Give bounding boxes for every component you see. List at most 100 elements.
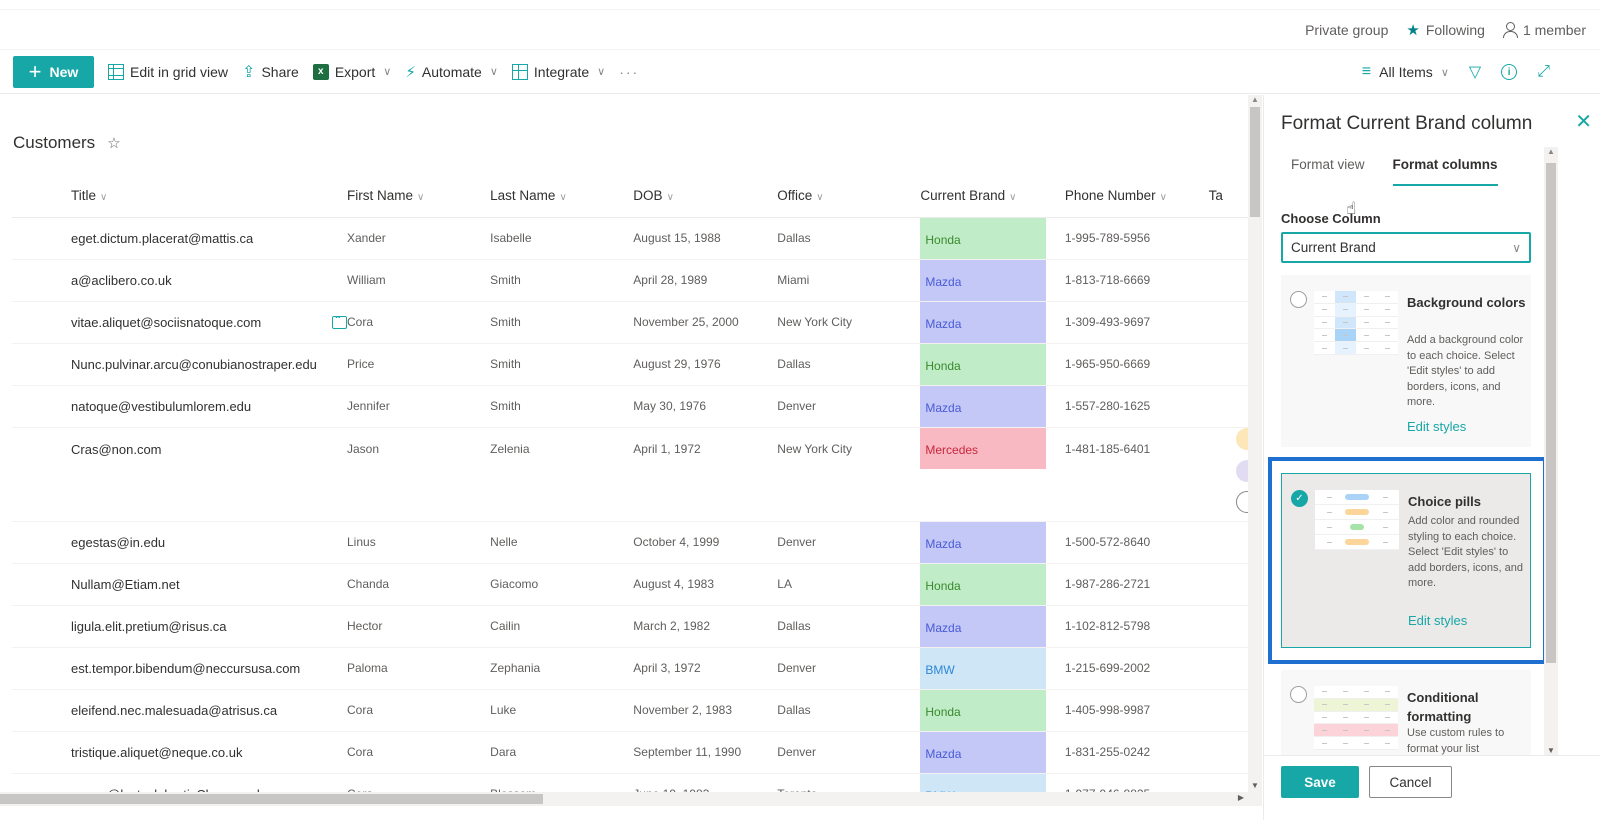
tab-format-columns[interactable]: Format columns [1392,157,1498,186]
title-link[interactable]: est.tempor.bibendum@neccursusa.com [71,661,300,676]
title-link[interactable]: egestas@in.edu [71,535,165,550]
brand-value: Mazda [920,301,1047,343]
title-link[interactable]: eget.dictum.placerat@mattis.ca [71,231,253,246]
cell-title[interactable]: augue@luctuslobortisClass.co.uk [12,773,347,792]
cell-title[interactable]: est.tempor.bibendum@neccursusa.com [12,647,347,690]
column-header-office[interactable]: Office ∨ [777,175,921,218]
save-button[interactable]: Save [1281,766,1359,798]
view-selector[interactable]: ≡ All Items ∨ [1362,63,1449,81]
scroll-down-icon[interactable]: ▼ [1251,781,1259,790]
list-vertical-scrollbar[interactable]: ▲ ▼ [1248,95,1262,792]
cell-last-name: Dara [490,731,634,774]
table-row[interactable]: eleifend.nec.malesuada@atrisus.ca Cora Luk… [12,689,1248,732]
panel-scrollbar[interactable]: ▲ ▼ [1544,147,1558,755]
radio-conditional-formatting[interactable] [1290,686,1307,703]
table-row[interactable]: Nullam@Etiam.net Chanda Giacomo August 4, 1… [12,563,1248,606]
scroll-up-icon[interactable]: ▲ [1251,95,1259,104]
close-icon[interactable]: ✕ [1575,109,1592,134]
brand-value: Mazda [920,521,1047,563]
comment-icon[interactable] [332,312,347,329]
table-row[interactable]: Nunc.pulvinar.arcu@conubianostraper.edu P… [12,343,1248,386]
share-button[interactable]: ⇪ Share [242,62,299,82]
cell-title[interactable]: egestas@in.edu [12,521,347,564]
excel-icon: x [312,63,329,80]
scroll-up-icon[interactable]: ▲ [1547,147,1555,156]
scroll-thumb[interactable] [1250,107,1260,217]
column-header-dob[interactable]: DOB ∨ [633,175,778,218]
cell-first-name: Cora [347,773,491,792]
top-strip [0,0,1600,10]
cell-title[interactable]: Cras@non.com [12,427,347,522]
cell-last-name: Nelle [490,521,634,564]
automate-icon: ⚡ [405,63,416,81]
cell-dob: April 3, 1972 [633,647,778,690]
expand-icon[interactable]: ⤢ [1537,63,1550,81]
cell-title[interactable]: eleifend.nec.malesuada@atrisus.ca [12,689,347,732]
table-row[interactable]: augue@luctuslobortisClass.co.ukCoraBloss… [12,773,1248,792]
scroll-down-icon[interactable]: ▼ [1547,746,1555,755]
scroll-thumb[interactable] [1546,163,1556,663]
more-actions-button[interactable]: ··· [619,64,639,80]
info-icon[interactable]: i [1501,64,1518,80]
table-row[interactable]: natoque@vestibulumlorem.edu Jennifer Smith… [12,385,1248,428]
export-button[interactable]: x Export ∨ [312,63,391,80]
scroll-thumb[interactable] [0,794,543,804]
column-header-phone-number[interactable]: Phone Number ∨ [1064,175,1209,218]
cell-title[interactable]: a@aclibero.co.uk [12,259,347,302]
title-link[interactable]: natoque@vestibulumlorem.edu [71,399,251,414]
cancel-button[interactable]: Cancel [1369,766,1452,798]
table-row[interactable]: Cras@non.com Jason Zelenia April 1, 1972 New… [12,427,1248,522]
filter-icon[interactable]: ▽ [1469,62,1481,82]
title-link[interactable]: a@aclibero.co.uk [71,273,172,288]
column-header-title[interactable]: Title ∨ [12,175,347,218]
privacy-label: Private group [1305,21,1389,38]
cell-title[interactable]: tristique.aliquet@neque.co.uk [12,731,347,774]
option-conditional-formatting[interactable]: Conditional formatting Use custom rules … [1281,670,1531,755]
table-row[interactable]: a@aclibero.co.uk William Smith April 28, 19… [12,259,1248,302]
title-link[interactable]: Nunc.pulvinar.arcu@conubianostraper.edu [71,357,317,372]
edit-grid-view-button[interactable]: Edit in grid view [108,63,228,80]
cell-last-name: Giacomo [490,563,634,606]
cell-title[interactable]: natoque@vestibulumlorem.edu [12,385,347,428]
new-button[interactable]: + New [13,55,94,88]
title-link[interactable]: Nullam@Etiam.net [71,577,180,592]
table-row[interactable]: vitae.aliquet@sociisnatoque.com CoraSmith… [12,301,1248,344]
cell-current-brand: Mazda [920,259,1065,302]
cell-title[interactable]: Nullam@Etiam.net [12,563,347,606]
cell-phone-number: 1-405-998-9987 [1064,689,1209,732]
column-select[interactable]: Current Brand ∨ [1281,232,1531,263]
favorite-star-icon[interactable]: ☆ [107,134,120,152]
table-row[interactable]: egestas@in.edu Linus Nelle October 4, 1999 D… [12,521,1248,564]
table-row[interactable]: est.tempor.bibendum@neccursusa.com Paloma… [12,647,1248,690]
column-header-current-brand[interactable]: Current Brand ∨ [920,175,1065,218]
table-row[interactable]: ligula.elit.pretium@risus.ca Hector Cailin… [12,605,1248,648]
cell-truncated [1208,773,1248,792]
column-header-first-name[interactable]: First Name ∨ [347,175,491,218]
edit-styles-link[interactable]: Edit styles [1407,419,1466,434]
title-link[interactable]: Cras@non.com [71,442,162,457]
table-row[interactable]: eget.dictum.placerat@mattis.ca Xander Isab… [12,217,1248,260]
cell-title[interactable]: ligula.elit.pretium@risus.ca [12,605,347,648]
automate-button[interactable]: ⚡ Automate ∨ [405,63,498,81]
title-link[interactable]: tristique.aliquet@neque.co.uk [71,745,242,760]
scroll-right-icon[interactable]: ▶ [1238,793,1244,802]
cell-title[interactable]: Nunc.pulvinar.arcu@conubianostraper.edu [12,343,347,386]
following-button[interactable]: ★ Following [1406,21,1485,39]
column-header-last-name[interactable]: Last Name ∨ [490,175,634,218]
integrate-button[interactable]: Integrate ∨ [511,63,605,80]
brand-value: Mazda [920,259,1047,301]
members-button[interactable]: 1 member [1502,22,1586,38]
table-row[interactable]: tristique.aliquet@neque.co.uk Cora Dara Sep… [12,731,1248,774]
tab-format-view[interactable]: Format view [1291,157,1365,186]
title-link[interactable]: eleifend.nec.malesuada@atrisus.ca [71,703,277,718]
option-background-colors[interactable]: Background colors Add a background color… [1281,275,1531,447]
cell-title[interactable]: vitae.aliquet@sociisnatoque.com [12,301,347,344]
cell-office: Denver [777,647,921,690]
list-horizontal-scrollbar[interactable]: ▶ [0,792,1262,806]
column-header-truncated[interactable]: Ta [1208,175,1248,218]
brand-value: Honda [920,689,1047,731]
title-link[interactable]: ligula.elit.pretium@risus.ca [71,619,227,634]
cell-title[interactable]: eget.dictum.placerat@mattis.ca [12,217,347,260]
radio-background-colors[interactable] [1290,291,1307,308]
title-link[interactable]: vitae.aliquet@sociisnatoque.com [71,315,261,330]
